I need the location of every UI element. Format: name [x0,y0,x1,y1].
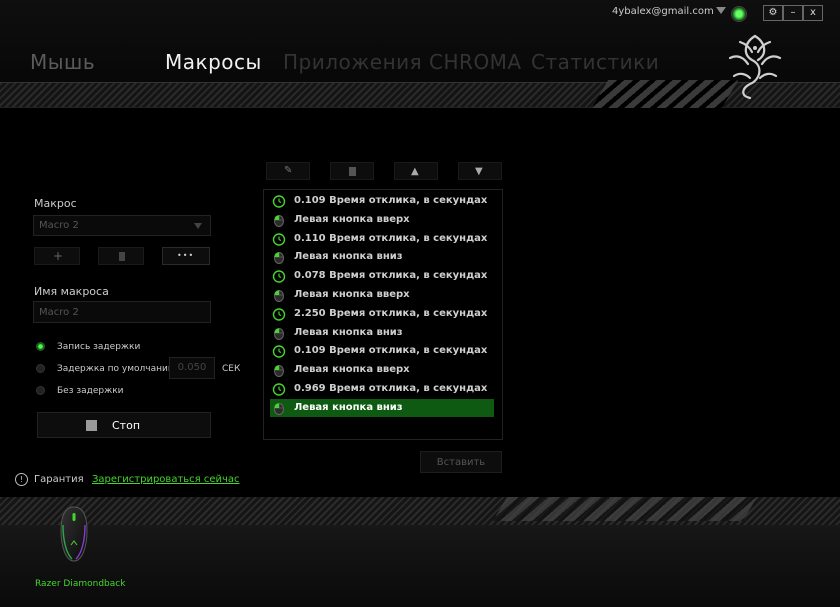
stopwatch-icon [272,383,286,396]
macro-select[interactable]: Macro 2 [33,215,211,236]
default-delay-radio[interactable] [36,364,45,373]
tab-chroma-apps[interactable]: Приложения CHROMA [283,50,522,74]
stop-label: Стоп [112,419,141,432]
stop-icon [86,420,97,431]
insert-button[interactable]: Вставить [420,451,502,473]
mouse-click-icon [274,252,284,265]
macro-event-list[interactable]: 0.109 Время отклика, в секундах Левая кно… [263,189,503,440]
default-delay-input[interactable]: 0.050 [169,357,215,379]
device-name[interactable]: Razer Diamondback [35,579,125,589]
tab-statistics[interactable]: Статистики [531,50,659,74]
insert-label: Вставить [436,457,486,468]
macro-event-text: Левая кнопка вверх [294,364,410,376]
record-delay-radio[interactable] [36,342,45,351]
stopwatch-icon [272,232,286,246]
warranty-label: Гарантия [34,474,84,485]
macro-event-row[interactable]: 0.969 Время отклика, в секундах [270,380,494,398]
default-delay-label: Задержка по умолчанию [57,364,176,374]
macro-event-row[interactable]: 0.110 Время отклика, в секундах [270,230,494,248]
macro-event-row[interactable]: Левая кнопка вверх [270,361,494,379]
macro-event-text: Левая кнопка вверх [294,213,410,225]
plus-icon: + [53,249,64,263]
trash-icon [119,252,125,261]
no-delay-radio[interactable] [36,386,45,395]
mouse-click-icon [274,327,284,340]
macro-event-text: Левая кнопка вниз [294,251,403,263]
macro-event-row[interactable]: 2.250 Время отклика, в секундах [270,305,494,323]
macro-event-row[interactable]: Левая кнопка вверх [270,211,494,229]
macro-event-row[interactable]: 0.109 Время отклика, в секундах [270,192,494,210]
stopwatch-icon [272,270,286,283]
account-email[interactable]: 4ybalex@gmail.com [612,6,714,17]
move-down-button[interactable]: ▼ [458,162,502,180]
macro-event-text: Левая кнопка вверх [294,289,410,300]
macro-event-text: 0.969 Время отклика, в секундах [294,383,488,394]
macro-event-row[interactable]: Левая кнопка вниз [270,398,494,417]
header-stripe-accent [591,80,739,108]
arrow-down-icon: ▼ [475,166,483,177]
no-delay-label: Без задержки [57,386,124,396]
settings-button[interactable]: ⚙ [763,5,783,21]
edit-event-button[interactable]: ✎ [266,162,310,180]
mouse-click-icon [274,214,284,227]
macro-select-value: Macro 2 [39,220,79,231]
stopwatch-icon [272,195,286,208]
macro-event-row[interactable]: Левая кнопка вниз [270,248,494,266]
macro-name-value: Macro 2 [39,307,79,318]
chevron-down-icon [194,223,202,229]
trash-icon [349,167,356,176]
macro-more-button[interactable]: ••• [162,247,210,265]
macro-event-text: 0.109 Время отклика, в секундах [294,195,488,206]
mouse-click-icon [274,402,284,415]
stopwatch-icon [272,308,286,321]
online-status-icon [731,6,747,22]
razer-snake-logo-icon [728,34,782,100]
record-delay-label: Запись задержки [57,342,141,352]
arrow-up-icon: ▲ [411,166,419,177]
tab-mouse[interactable]: Мышь [30,50,95,74]
macro-event-text: Левая кнопка вниз [294,401,403,413]
tab-macros[interactable]: Макросы [165,50,262,74]
macro-name-input[interactable]: Macro 2 [33,301,211,323]
close-button[interactable]: x [803,5,823,21]
account-dropdown-icon[interactable] [716,7,726,14]
macro-name-label: Имя макроса [34,285,109,298]
delay-unit-label: СЕК [222,364,241,374]
macro-event-row[interactable]: 0.109 Время отклика, в секундах [270,342,494,360]
info-icon: ! [15,473,28,486]
stop-recording-button[interactable]: Стоп [37,412,211,438]
move-up-button[interactable]: ▲ [394,162,438,180]
add-macro-button[interactable]: + [34,247,80,265]
delete-event-button[interactable] [330,162,374,180]
register-now-link[interactable]: Зарегистрироваться сейчас [92,474,240,485]
macro-event-text: 0.078 Время отклика, в секундах [294,270,488,282]
macro-event-row[interactable]: 0.078 Время отклика, в секундах [270,267,494,285]
more-icon: ••• [177,251,195,260]
pencil-icon: ✎ [284,165,293,176]
device-bar-accent [493,497,757,521]
delete-macro-button[interactable] [98,247,144,265]
mouse-click-icon [274,365,284,378]
macro-event-text: 0.109 Время отклика, в секундах [294,345,488,357]
stopwatch-icon [272,345,286,359]
macro-event-text: Левая кнопка вниз [294,326,403,338]
mouse-click-icon [274,290,284,302]
macro-event-text: 2.250 Время отклика, в секундах [294,307,488,319]
macro-event-row[interactable]: Левая кнопка вверх [270,286,494,304]
macro-event-text: 0.110 Время отклика, в секундах [294,232,488,244]
macro-event-row[interactable]: Левая кнопка вниз [270,324,494,342]
mouse-device-image[interactable] [58,505,90,563]
macro-label: Макрос [34,197,77,210]
minimize-button[interactable]: – [783,5,803,21]
